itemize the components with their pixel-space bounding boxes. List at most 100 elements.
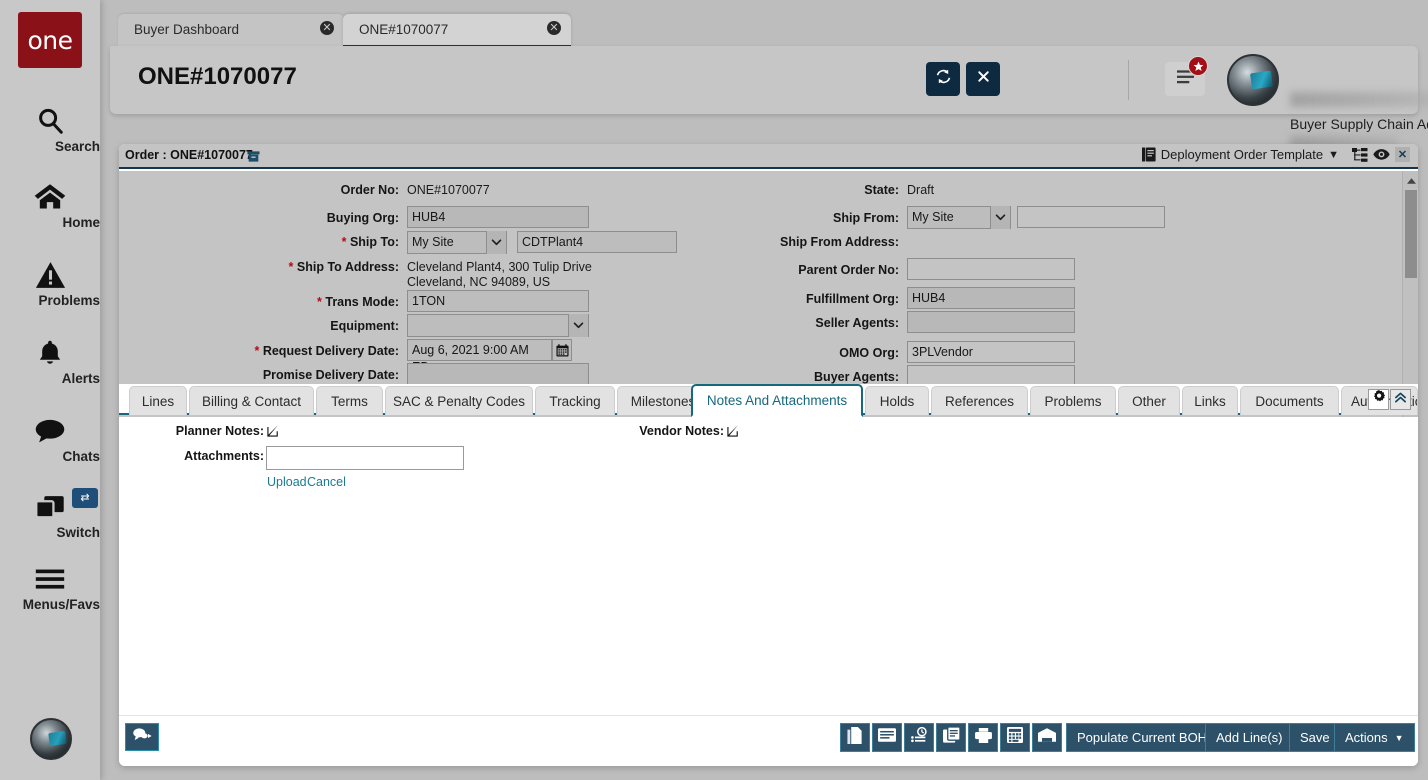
field-label-promise-delivery-date: Promise Delivery Date: [199,368,399,382]
attachments-input[interactable] [266,446,464,470]
app-logo[interactable]: one [18,12,82,68]
tab-label: Notes And Attachments [707,393,847,408]
field-input-omo-org[interactable]: 3PLVendor [907,341,1075,363]
field-select-ship-from-type[interactable]: My Site [907,206,1011,229]
doc-tab-close-icon[interactable]: ✕ [547,21,561,35]
vendor-notes-edit-pencil-icon[interactable] [727,424,740,442]
tab-label: Lines [142,394,174,409]
field-input-parent-order-no[interactable] [907,258,1075,280]
duplicate-window-icon [943,727,960,748]
scrollbar-thumb[interactable] [1405,190,1417,278]
actions-button[interactable]: Actions ▼ [1334,723,1415,752]
sidebar-item-chats[interactable]: Chats [0,414,100,464]
doc-tab-close-icon[interactable]: ✕ [320,21,334,35]
field-input-ship-to[interactable]: CDTPlant4 [517,231,677,253]
field-input-seller-agents[interactable] [907,311,1075,333]
sidebar-item-search[interactable]: Search [0,104,100,154]
field-value-ship-to-address-line2: Cleveland, NC 94089, US [407,275,550,289]
action-bar: Populate Current BOH Add Line(s) Save Ac… [119,715,1418,766]
tab-references[interactable]: References [931,386,1028,415]
note-card-button[interactable] [872,723,902,752]
tab-other[interactable]: Other [1118,386,1180,415]
field-label-omo-org: OMO Org: [719,346,899,360]
sidebar-item-label: Home [0,215,100,230]
field-label-buying-org: Buying Org: [229,211,399,225]
planner-notes-edit-pencil-icon[interactable] [267,424,280,442]
audit-log-button[interactable] [904,723,934,752]
field-input-request-delivery-date[interactable]: Aug 6, 2021 9:00 AM ED [407,339,552,361]
refresh-button[interactable] [926,62,960,96]
field-label-equipment: Equipment: [229,319,399,333]
hierarchy-icon[interactable] [1352,148,1368,162]
copy-page-button[interactable] [840,723,870,752]
doc-tab-label: Buyer Dashboard [134,22,239,37]
tab-sac-penalty-codes[interactable]: SAC & Penalty Codes [385,386,533,415]
field-input-trans-mode[interactable]: 1TON [407,290,589,312]
eye-icon[interactable] [1373,148,1390,161]
cancel-link[interactable]: Cancel [307,475,346,489]
tab-terms[interactable]: Terms [316,386,383,415]
field-value-state: Draft [907,183,934,197]
tab-notes-and-attachments[interactable]: Notes And Attachments [691,384,863,417]
warehouse-button[interactable] [1032,723,1062,752]
sidebar-avatar[interactable] [30,718,72,760]
scroll-up-icon[interactable] [1404,173,1418,188]
sidebar-item-home[interactable]: Home [0,180,100,230]
tab-problems[interactable]: Problems [1030,386,1116,415]
template-selector[interactable]: Deployment Order Template ▼ [1142,147,1410,162]
duplicate-window-button[interactable] [936,723,966,752]
doc-tab-buyer-dashboard[interactable]: Buyer Dashboard ✕ [118,14,344,47]
add-lines-button[interactable]: Add Line(s) [1205,723,1293,752]
tab-label: Billing & Contact [202,394,301,409]
star-badge-icon[interactable] [1188,56,1208,76]
tab-label: Holds [880,394,915,409]
home-icon [0,180,100,214]
calculator-button[interactable] [1000,723,1030,752]
upload-link[interactable]: Upload [267,475,307,489]
sidebar-item-menus-favs[interactable]: Menus/Favs [0,562,100,612]
collapse-panel-button[interactable] [1390,389,1411,410]
field-label-order-no: Order No: [229,183,399,197]
tab-lines[interactable]: Lines [129,386,187,415]
field-select-equipment[interactable] [407,314,589,337]
bell-icon [0,336,100,370]
chat-forward-icon [132,727,152,747]
field-value-ship-to-address-line1: Cleveland Plant4, 300 Tulip Drive [407,260,592,274]
avatar[interactable] [1227,54,1279,106]
field-label-seller-agents: Seller Agents: [719,316,899,330]
field-select-ship-to-type[interactable]: My Site [407,231,507,254]
sidebar-item-alerts[interactable]: Alerts [0,336,100,386]
switch-badge[interactable]: ⇄ [72,488,98,508]
field-label-text: Trans Mode: [325,295,399,309]
tab-tracking[interactable]: Tracking [535,386,615,415]
archive-box-icon[interactable] [247,150,260,163]
calendar-icon[interactable] [552,339,572,361]
order-card: Order : ONE#1070077 [119,144,1418,766]
save-button[interactable]: Save [1289,723,1341,752]
tab-holds[interactable]: Holds [865,386,929,415]
button-label: Save [1300,730,1330,745]
template-caret-icon[interactable]: ▼ [1328,149,1339,161]
print-button[interactable] [968,723,998,752]
tab-billing-contact[interactable]: Billing & Contact [189,386,314,415]
chat-forward-button[interactable] [125,723,159,751]
attachments-label: Attachments: [119,449,264,463]
calculator-icon [1007,727,1023,748]
populate-current-boh-button[interactable]: Populate Current BOH [1066,723,1218,752]
refresh-icon [935,68,952,90]
tab-documents[interactable]: Documents [1240,386,1339,415]
tab-label: Documents [1255,394,1323,409]
button-label: Populate Current BOH [1077,730,1207,745]
field-label-request-delivery-date: * Request Delivery Date: [189,344,399,358]
close-order-button[interactable] [966,62,1000,96]
doc-tab-one-1070077[interactable]: ONE#1070077 ✕ [343,14,571,47]
field-input-promise-delivery-date[interactable] [407,363,589,385]
sidebar-item-problems[interactable]: Problems [0,258,100,308]
tab-links[interactable]: Links [1182,386,1238,415]
card-close-button[interactable]: ✕ [1395,147,1410,162]
field-input-ship-from[interactable] [1017,206,1165,228]
field-input-fulfillment-org[interactable]: HUB4 [907,287,1075,309]
printer-icon [975,728,992,748]
field-input-buying-org[interactable]: HUB4 [407,206,589,228]
tab-settings-gear-button[interactable] [1368,389,1389,410]
